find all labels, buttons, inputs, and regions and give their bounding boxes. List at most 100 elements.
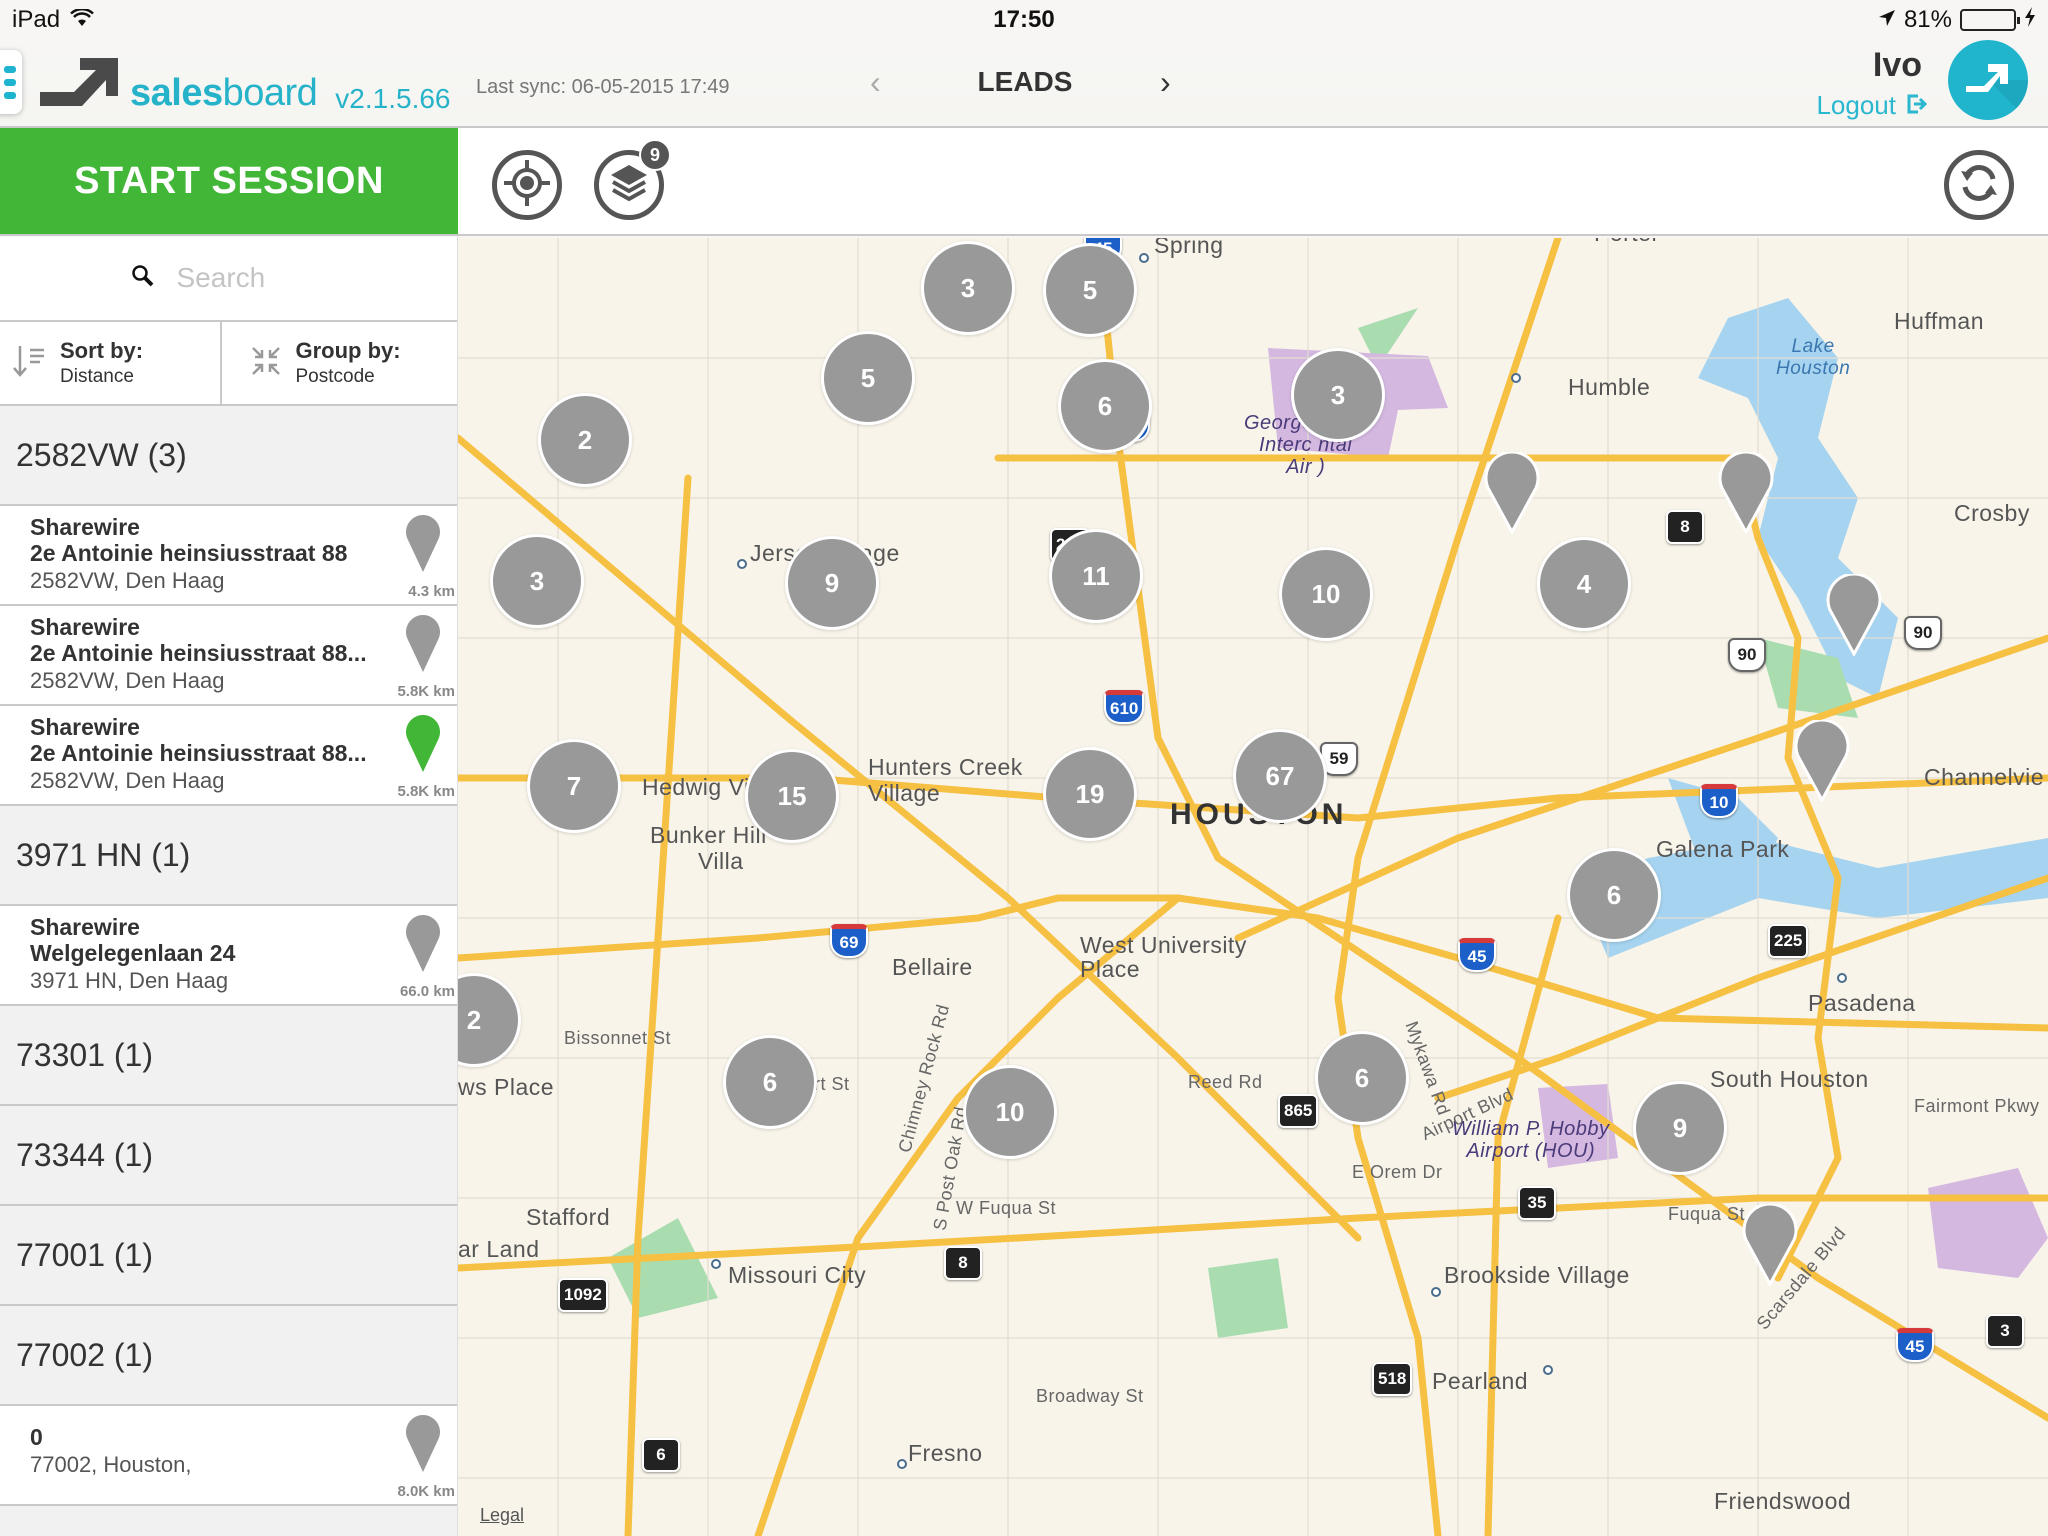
map-pin-icon[interactable] bbox=[405, 1414, 441, 1477]
next-section-button[interactable]: › bbox=[1160, 64, 1171, 101]
lead-list-item[interactable]: Sharewire 2e Antoinie heinsiusstraat 88 … bbox=[0, 506, 457, 606]
town-marker bbox=[1511, 373, 1521, 383]
sort-by-label: Sort by: bbox=[60, 338, 144, 363]
lead-list-item[interactable]: 0 77002, Houston, 8.0K km bbox=[0, 1406, 457, 1506]
map-cluster[interactable]: 9 bbox=[1633, 1081, 1727, 1175]
logout-button[interactable]: Logout bbox=[1816, 90, 1928, 121]
map-cluster[interactable]: 6 bbox=[1567, 848, 1661, 942]
map-pin-icon[interactable] bbox=[1794, 718, 1850, 804]
lead-city: 2582VW, Den Haag bbox=[30, 768, 225, 793]
search-input[interactable] bbox=[176, 262, 327, 294]
map-pin-icon[interactable] bbox=[405, 914, 441, 977]
map-pin-icon[interactable] bbox=[1484, 450, 1540, 536]
map-cluster[interactable]: 10 bbox=[1279, 547, 1373, 641]
start-session-button[interactable]: START SESSION bbox=[0, 128, 458, 236]
place-bunker-hill-village: Villa bbox=[698, 848, 744, 874]
place-pasadena: Pasadena bbox=[1808, 990, 1916, 1016]
group-header[interactable]: 2582VW (3) bbox=[0, 406, 457, 506]
map-cluster[interactable]: 5 bbox=[1043, 243, 1137, 337]
place-bunker-hill: Bunker Hill bbox=[650, 822, 767, 848]
lead-distance: 5.8K km bbox=[397, 783, 455, 800]
map-cluster[interactable]: 6 bbox=[1315, 1031, 1409, 1125]
lead-list-item[interactable]: Sharewire 2e Antoinie heinsiusstraat 88.… bbox=[0, 706, 457, 806]
fm-518-shield: 518 bbox=[1372, 1362, 1413, 1396]
group-header[interactable]: 73301 (1) bbox=[0, 1006, 457, 1106]
texas-8-shield: 8 bbox=[1666, 510, 1704, 544]
refresh-button[interactable] bbox=[1944, 150, 2014, 220]
fm-1092-shield: 1092 bbox=[558, 1278, 608, 1312]
street-broadway: Broadway St bbox=[1036, 1386, 1144, 1406]
group-header[interactable]: 73344 (1) bbox=[0, 1106, 457, 1206]
previous-section-button[interactable]: ‹ bbox=[870, 64, 881, 101]
crosshair-icon bbox=[502, 158, 552, 213]
interstate-10-shield: 10 bbox=[1700, 784, 1738, 818]
charging-icon bbox=[2024, 6, 2036, 34]
map-pin-icon[interactable] bbox=[1742, 1202, 1798, 1288]
place-stafford: Stafford bbox=[526, 1204, 611, 1230]
town-marker bbox=[711, 1259, 721, 1269]
texas-225-shield: 225 bbox=[1768, 924, 1809, 958]
map-cluster[interactable]: 3 bbox=[490, 534, 584, 628]
map-cluster[interactable]: 15 bbox=[745, 749, 839, 843]
map-cluster[interactable]: 7 bbox=[527, 739, 621, 833]
map-pin-icon[interactable] bbox=[1718, 450, 1774, 536]
legal-link[interactable]: Legal bbox=[480, 1505, 524, 1526]
place-brookside-village: Brookside Village bbox=[1444, 1262, 1630, 1288]
street-fairmont: Fairmont Pkwy bbox=[1914, 1096, 2040, 1116]
map-cluster[interactable]: 19 bbox=[1043, 747, 1137, 841]
group-header[interactable]: 3971 HN (1) bbox=[0, 806, 457, 906]
map-cluster[interactable]: 6 bbox=[723, 1035, 817, 1129]
last-sync-label: Last sync: 06-05-2015 17:49 bbox=[476, 76, 730, 98]
place-humble: Humble bbox=[1568, 374, 1651, 400]
town-marker bbox=[897, 1459, 907, 1469]
lead-company: Sharewire bbox=[30, 514, 140, 540]
map-pin-icon[interactable] bbox=[405, 714, 441, 777]
map-cluster[interactable]: 3 bbox=[1291, 348, 1385, 442]
map-cluster[interactable]: 6 bbox=[1058, 359, 1152, 453]
logout-label: Logout bbox=[1816, 90, 1896, 120]
interstate-69-shield: 69 bbox=[830, 924, 868, 958]
sort-by-button[interactable]: Sort by: Distance bbox=[0, 322, 220, 404]
lead-list-item[interactable]: Sharewire 2e Antoinie heinsiusstraat 88.… bbox=[0, 606, 457, 706]
clock: 17:50 bbox=[993, 6, 1055, 33]
town-marker bbox=[1837, 973, 1847, 983]
lead-list-item[interactable]: Sharewire Welgelegenlaan 24 3971 HN, Den… bbox=[0, 906, 457, 1006]
lead-distance: 4.3 km bbox=[408, 583, 455, 600]
street-ort: rt St bbox=[814, 1074, 850, 1094]
map-cluster[interactable]: 2 bbox=[538, 393, 632, 487]
section-title: LEADS bbox=[977, 66, 1073, 97]
map-pin-icon[interactable] bbox=[405, 514, 441, 577]
group-header[interactable]: 77002 (1) bbox=[0, 1306, 457, 1406]
map-pin-icon[interactable] bbox=[1826, 572, 1882, 658]
place-fresno: Fresno bbox=[908, 1440, 983, 1466]
map-cluster[interactable]: 5 bbox=[821, 331, 915, 425]
layers-button[interactable]: 9 bbox=[594, 139, 671, 220]
place-west-university-place: Place bbox=[1080, 956, 1141, 982]
town-marker bbox=[1543, 1365, 1553, 1375]
map-view[interactable]: Spring Porter Humble Huffman Crosby Lake… bbox=[458, 238, 2048, 1536]
texas-6-shield: 6 bbox=[642, 1438, 680, 1472]
sort-by-value: Distance bbox=[60, 366, 134, 387]
place-hunters-creek: Hunters Creek bbox=[868, 754, 1023, 780]
town-marker bbox=[1139, 253, 1149, 263]
place-crosby: Crosby bbox=[1954, 500, 2030, 526]
map-cluster[interactable]: 11 bbox=[1049, 529, 1143, 623]
salesboard-logo: salesboard v2.1.5.66 bbox=[40, 58, 451, 115]
group-header[interactable]: 77001 (1) bbox=[0, 1206, 457, 1306]
map-cluster[interactable]: 9 bbox=[785, 536, 879, 630]
user-name: Ivo bbox=[1872, 46, 1922, 84]
interstate-610-shield: 610 bbox=[1104, 690, 1145, 724]
map-cluster[interactable]: 3 bbox=[921, 241, 1015, 335]
place-channelview: Channelvie bbox=[1924, 764, 2045, 790]
place-south-houston: South Houston bbox=[1710, 1066, 1869, 1092]
map-cluster[interactable]: 67 bbox=[1233, 729, 1327, 823]
avatar[interactable] bbox=[1948, 40, 2028, 120]
map-cluster[interactable]: 4 bbox=[1537, 537, 1631, 631]
menu-button[interactable] bbox=[0, 50, 22, 114]
map-pin-icon[interactable] bbox=[405, 614, 441, 677]
layers-icon bbox=[607, 161, 651, 210]
map-cluster[interactable]: 10 bbox=[963, 1065, 1057, 1159]
group-by-button[interactable]: Group by: Postcode bbox=[219, 322, 458, 404]
lead-city: 3971 HN, Den Haag bbox=[30, 968, 229, 993]
locate-me-button[interactable] bbox=[492, 150, 562, 220]
